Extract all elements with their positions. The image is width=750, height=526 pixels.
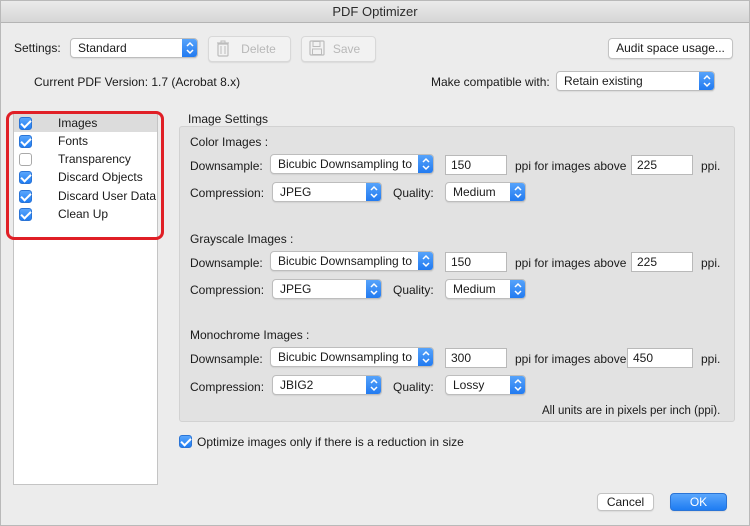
mono-compression-select[interactable]: JBIG2 bbox=[272, 375, 382, 395]
mono-downsample-label: Downsample: bbox=[190, 352, 263, 366]
grayscale-compression-select[interactable]: JPEG bbox=[272, 279, 382, 299]
color-downsample-value: Bicubic Downsampling to bbox=[278, 157, 413, 171]
make-compatible-label: Make compatible with: bbox=[431, 75, 550, 89]
color-compression-label: Compression: bbox=[190, 186, 265, 200]
make-compatible-value: Retain existing bbox=[564, 74, 643, 88]
chevron-updown-icon bbox=[366, 376, 381, 394]
chevron-updown-icon bbox=[699, 72, 714, 90]
color-compression-select[interactable]: JPEG bbox=[272, 182, 382, 202]
chevron-updown-icon bbox=[418, 348, 433, 366]
mono-quality-select[interactable]: Lossy bbox=[445, 375, 526, 395]
window-title: PDF Optimizer bbox=[1, 1, 749, 23]
chevron-updown-icon bbox=[366, 280, 381, 298]
color-quality-value: Medium bbox=[453, 185, 496, 199]
color-downsample-select[interactable]: Bicubic Downsampling to bbox=[270, 154, 434, 174]
grayscale-compression-label: Compression: bbox=[190, 283, 265, 297]
delete-button[interactable]: Delete bbox=[208, 36, 291, 62]
mono-downsample-value: Bicubic Downsampling to bbox=[278, 350, 413, 364]
chevron-updown-icon bbox=[418, 155, 433, 173]
red-highlight-annotation bbox=[6, 111, 164, 240]
color-above-input[interactable]: 225 bbox=[631, 155, 693, 175]
grayscale-compression-value: JPEG bbox=[280, 282, 312, 296]
make-compatible-select[interactable]: Retain existing bbox=[556, 71, 715, 91]
color-ppi-unit: ppi. bbox=[701, 159, 721, 173]
grayscale-downsample-select[interactable]: Bicubic Downsampling to bbox=[270, 251, 434, 271]
pdf-optimizer-window: PDF Optimizer Settings: Standard Delete … bbox=[0, 0, 750, 526]
mono-ppi-label: ppi for images above bbox=[515, 352, 627, 366]
delete-button-label: Delete bbox=[241, 42, 276, 56]
color-quality-label: Quality: bbox=[393, 186, 434, 200]
grayscale-quality-select[interactable]: Medium bbox=[445, 279, 526, 299]
chevron-updown-icon bbox=[366, 183, 381, 201]
mono-ppi-unit: ppi. bbox=[701, 352, 721, 366]
chevron-updown-icon bbox=[510, 376, 525, 394]
grayscale-quality-value: Medium bbox=[453, 282, 496, 296]
grayscale-downsample-value: Bicubic Downsampling to bbox=[278, 254, 413, 268]
color-ppi-label: ppi for images above bbox=[515, 159, 627, 173]
save-button-label: Save bbox=[332, 42, 361, 56]
ok-button[interactable]: OK bbox=[670, 493, 727, 511]
trash-icon bbox=[216, 40, 230, 65]
units-note: All units are in pixels per inch (ppi). bbox=[542, 405, 721, 417]
image-settings-title: Image Settings bbox=[188, 112, 269, 126]
current-pdf-version-text: Current PDF Version: 1.7 (Acrobat 8.x) bbox=[34, 75, 241, 89]
monochrome-images-heading: Monochrome Images : bbox=[190, 328, 310, 342]
chevron-updown-icon bbox=[418, 252, 433, 270]
chevron-updown-icon bbox=[510, 280, 525, 298]
color-ppi-input[interactable]: 150 bbox=[445, 155, 507, 175]
mono-downsample-select[interactable]: Bicubic Downsampling to bbox=[270, 347, 434, 367]
color-compression-value: JPEG bbox=[280, 185, 312, 199]
mono-quality-value: Lossy bbox=[453, 378, 485, 392]
audit-space-usage-button[interactable]: Audit space usage... bbox=[608, 38, 733, 59]
grayscale-above-input[interactable]: 225 bbox=[631, 252, 693, 272]
color-downsample-label: Downsample: bbox=[190, 159, 263, 173]
optimize-images-label: Optimize images only if there is a reduc… bbox=[197, 435, 464, 449]
optimize-images-checkbox[interactable] bbox=[179, 435, 192, 448]
mono-quality-label: Quality: bbox=[393, 380, 434, 394]
color-images-heading: Color Images : bbox=[190, 135, 269, 149]
mono-compression-value: JBIG2 bbox=[280, 378, 314, 392]
chevron-updown-icon bbox=[510, 183, 525, 201]
floppy-disk-icon bbox=[309, 40, 325, 64]
settings-select-value: Standard bbox=[78, 41, 127, 55]
mono-above-input[interactable]: 450 bbox=[627, 348, 693, 368]
grayscale-ppi-unit: ppi. bbox=[701, 256, 721, 270]
cancel-button[interactable]: Cancel bbox=[597, 493, 654, 511]
chevron-updown-icon bbox=[182, 39, 197, 57]
grayscale-ppi-input[interactable]: 150 bbox=[445, 252, 507, 272]
settings-select[interactable]: Standard bbox=[70, 38, 198, 58]
grayscale-quality-label: Quality: bbox=[393, 283, 434, 297]
settings-label: Settings: bbox=[14, 41, 61, 55]
color-quality-select[interactable]: Medium bbox=[445, 182, 526, 202]
grayscale-ppi-label: ppi for images above bbox=[515, 256, 627, 270]
mono-compression-label: Compression: bbox=[190, 380, 265, 394]
grayscale-images-heading: Grayscale Images : bbox=[190, 232, 294, 246]
grayscale-downsample-label: Downsample: bbox=[190, 256, 263, 270]
mono-ppi-input[interactable]: 300 bbox=[445, 348, 507, 368]
save-button[interactable]: Save bbox=[301, 36, 376, 62]
